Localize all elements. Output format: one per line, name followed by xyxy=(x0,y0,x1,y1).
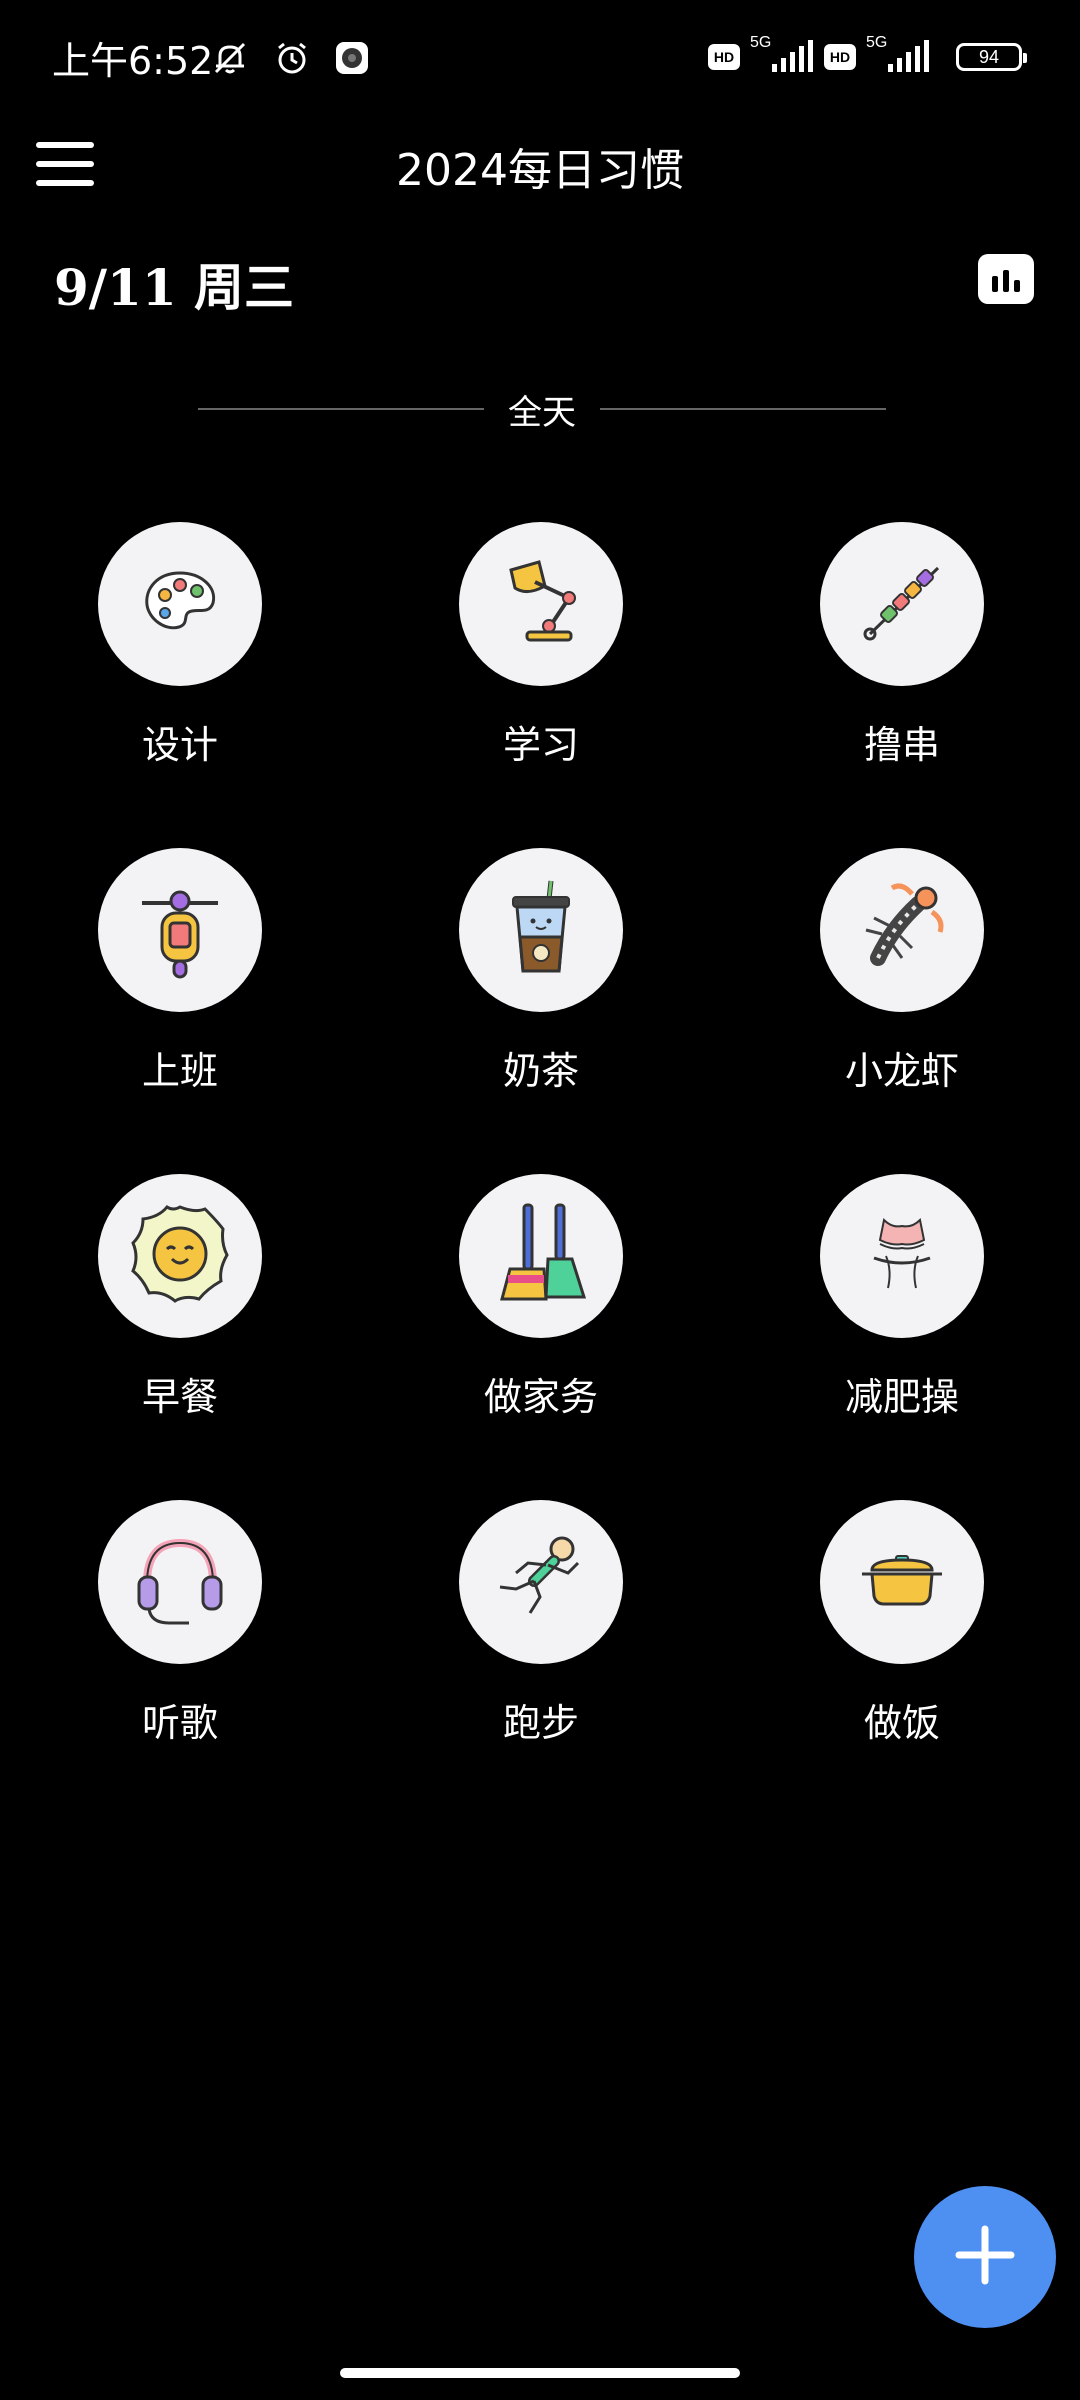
divider-line-right xyxy=(600,408,886,410)
habit-icon-circle xyxy=(820,1500,984,1664)
chart-bar xyxy=(1003,270,1009,292)
habit-item[interactable]: 跑步 xyxy=(421,1500,661,1747)
milk-tea-icon xyxy=(491,873,591,987)
habit-item[interactable]: 上班 xyxy=(60,848,300,1095)
habit-label: 奶茶 xyxy=(502,1049,579,1093)
app-notification-icon xyxy=(334,40,370,80)
chart-bar xyxy=(992,276,998,292)
habit-item[interactable]: 做家务 xyxy=(421,1174,661,1421)
habit-label: 早餐 xyxy=(141,1375,218,1419)
habit-icon-circle xyxy=(459,1500,623,1664)
plus-icon xyxy=(955,2225,1015,2289)
habit-label: 小龙虾 xyxy=(844,1049,959,1093)
habit-icon-circle xyxy=(820,848,984,1012)
section-divider: 全天 xyxy=(198,386,886,433)
habit-icon-circle xyxy=(98,1500,262,1664)
signal-5g-icon-2: 5G xyxy=(866,34,930,74)
habit-icon-circle xyxy=(459,522,623,686)
habit-label: 撸串 xyxy=(863,723,940,767)
habit-item[interactable]: 奶茶 xyxy=(421,848,661,1095)
date-label: 9/11 周三 xyxy=(54,258,295,317)
hd-badge: HD xyxy=(708,44,740,70)
add-habit-button[interactable] xyxy=(914,2186,1056,2328)
habit-item[interactable]: 听歌 xyxy=(60,1500,300,1747)
app-title: 2024每日习惯 xyxy=(396,145,684,196)
home-indicator[interactable] xyxy=(340,2368,740,2378)
habit-icon-circle xyxy=(459,848,623,1012)
habit-label: 听歌 xyxy=(141,1701,218,1745)
alarm-clock-icon xyxy=(272,38,312,82)
habit-icon-circle xyxy=(98,848,262,1012)
habit-icon-circle xyxy=(98,522,262,686)
headphones-icon xyxy=(125,1525,235,1639)
habit-item[interactable]: 做饭 xyxy=(782,1500,1022,1747)
fried-egg-icon xyxy=(125,1199,235,1313)
habit-item[interactable]: 学习 xyxy=(421,522,661,769)
cooking-pot-icon xyxy=(852,1530,952,1634)
divider-line-left xyxy=(198,408,484,410)
habit-icon-circle xyxy=(98,1174,262,1338)
habit-label: 减肥操 xyxy=(844,1375,959,1419)
habit-item[interactable]: 设计 xyxy=(60,522,300,769)
habit-label: 设计 xyxy=(141,723,218,767)
brooms-icon xyxy=(486,1199,596,1313)
desk-lamp-icon xyxy=(491,552,591,656)
habit-icon-circle xyxy=(459,1174,623,1338)
habit-label: 上班 xyxy=(141,1049,218,1093)
status-bar: 上午6:52 HD 5G HD 5G 94 xyxy=(0,0,1080,120)
slim-waist-icon xyxy=(852,1204,952,1308)
habit-item[interactable]: 早餐 xyxy=(60,1174,300,1421)
hd-badge-2: HD xyxy=(824,44,856,70)
habit-item[interactable]: 减肥操 xyxy=(782,1174,1022,1421)
habit-label: 做饭 xyxy=(863,1701,940,1745)
crayfish-icon xyxy=(852,878,952,982)
status-time: 上午6:52 xyxy=(52,39,214,83)
habit-label: 学习 xyxy=(502,723,579,767)
habit-icon-circle xyxy=(820,1174,984,1338)
habit-icon-circle xyxy=(820,522,984,686)
palette-icon xyxy=(135,557,225,651)
runner-icon xyxy=(486,1525,596,1639)
stats-chart-button[interactable] xyxy=(978,254,1034,304)
signal-5g-icon: 5G xyxy=(750,34,814,74)
chart-bar xyxy=(1014,280,1020,292)
habit-item[interactable]: 小龙虾 xyxy=(782,848,1022,1095)
habit-item[interactable]: 撸串 xyxy=(782,522,1022,769)
battery-indicator: 94 xyxy=(956,43,1027,71)
status-icons-right: HD 5G HD 5G 94 xyxy=(708,34,1027,74)
habit-label: 做家务 xyxy=(483,1375,598,1419)
skewer-icon xyxy=(852,552,952,656)
section-label: 全天 xyxy=(508,392,576,433)
mute-bell-icon xyxy=(210,38,250,82)
status-icons-left xyxy=(210,38,370,82)
habit-label: 跑步 xyxy=(502,1701,579,1745)
scooter-icon xyxy=(130,873,230,987)
